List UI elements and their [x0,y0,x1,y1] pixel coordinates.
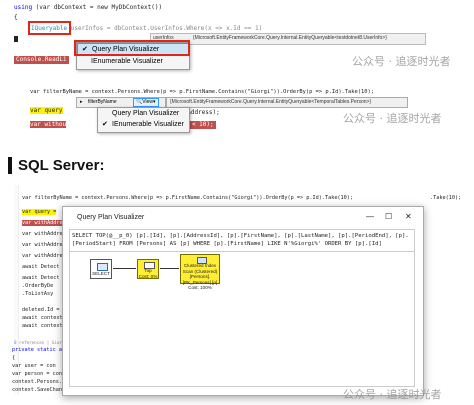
datatip-value: {Microsoft.EntityFrameworkCore.Query.Int… [193,35,387,41]
watermark: 公众号 · 追逐时光者 [352,55,451,68]
view-label: View [142,99,153,105]
top-icon [144,262,155,269]
menu-item-ienumerable[interactable]: IEnumerable Visualizer [77,56,189,67]
highlight-text: var withou [30,121,67,128]
plan-node-top[interactable]: Top Cost: 0% [137,259,159,279]
plan-node-index-scan[interactable]: Clustered Index Scan (Clustered) [Person… [180,254,220,290]
code-line: await Detect [22,275,60,281]
datatip-value: {Microsoft.EntityFrameworkCore.Query.Int… [170,99,372,105]
code-line: deleted.Id = 0 [22,307,66,313]
watermark: 公众号 · 追逐时光者 [343,388,442,401]
close-button[interactable]: ✕ [405,212,412,221]
code-line: var withAddre [22,242,63,248]
menu-item-query-plan[interactable]: Query Plan Visualizer [98,108,189,119]
node-label: SELECT [92,271,110,276]
node-cost: Cost: 100% [188,285,212,290]
highlight-box [28,21,71,35]
datatip-bar[interactable]: userInfos {Microsoft.EntityFrameworkCore… [150,33,426,45]
code-fragment: .Take(10); [430,195,462,201]
plan-panel: SELECT TOP(@__p_0) [p].[Id], [p].[Addres… [69,229,415,387]
node-detail: [Persons].[PK_Persons].[p] [182,274,218,285]
highlight-box [74,40,190,56]
code-line-brace: { [14,14,18,21]
code-line-using: using (var dbContext = new MyDbContext()… [14,4,162,12]
node-label: Clustered Index Scan (Clustered) [182,263,218,274]
code-line-query: var query [30,107,63,115]
menu-item-label: IEnumerable Visualizer [91,58,163,65]
code-line: var withAddre [22,253,63,259]
visualizer-menu: Query Plan Visualizer ✔ IEnumerable Visu… [97,107,190,133]
divider [70,251,414,252]
code-line: var user = con [12,363,56,369]
plan-node-select[interactable]: SELECT [90,259,112,279]
code-line: await Detect [22,264,60,270]
menu-item-label: IEnumerable Visualizer [112,121,184,128]
maximize-button[interactable]: ☐ [385,212,392,221]
code-line: context.Persons.Re [12,379,69,385]
datatip-label: filterByName [88,99,117,105]
section-heading: SQL Server: [18,157,105,174]
code-line-without: var withou [30,121,67,129]
chevron-down-icon: ▾ [152,99,156,105]
code-text: userInfos = dbContext.UserInfos.Where(x … [67,25,263,32]
plan-arrow [113,268,136,269]
heading-bar [8,157,12,174]
code-line: .OrderByDe [22,283,54,289]
code-line-filter: var filterByName = context.Persons.Where… [22,195,354,201]
code-line: var query = [22,208,57,216]
code-line: var withAddre [22,231,63,237]
dialog-title: Query Plan Visualizer [77,214,145,221]
keyword: using [14,4,33,11]
code-line: var withAddre [22,219,63,227]
sql-line: SELECT TOP(@__p_0) [p].[Id], [p].[Addres… [72,233,409,239]
table-icon [97,263,108,271]
code-line: { [12,355,16,361]
watermark: 公众号 · 追逐时光者 [343,112,442,125]
code-text: (var dbContext = new MyDbContext()) [32,4,163,11]
highlight-text: var query [30,107,63,114]
view-button[interactable]: 🔍View▾ [133,98,159,107]
expand-icon[interactable]: ▸ [80,99,83,105]
highlight-text: var withAddre [22,220,63,226]
code-line: await context [22,315,63,321]
code-line-filter: var filterByName = context.Persons.Where… [30,89,375,95]
menu-item-ienumerable[interactable]: ✔ IEnumerable Visualizer [98,119,189,130]
caret-marker [14,36,18,42]
check-icon: ✔ [102,121,108,128]
code-line: .ToListAsy [22,291,54,297]
node-cost: Cost: 0% [138,273,158,279]
query-plan-dialog: Query Plan Visualizer — ☐ ✕ SELECT TOP(@… [62,206,424,396]
highlight-text: var query = [22,209,57,215]
datatip-bar[interactable]: {Microsoft.EntityFrameworkCore.Query.Int… [166,97,408,108]
plan-arrow [160,268,179,269]
minimize-button[interactable]: — [366,212,374,221]
sql-line: [PeriodStart] FROM [Persons] AS [p] WHER… [72,241,382,247]
code-line-console: Console.ReadLi [14,56,69,64]
index-icon [197,257,207,264]
menu-item-label: Query Plan Visualizer [112,110,180,117]
